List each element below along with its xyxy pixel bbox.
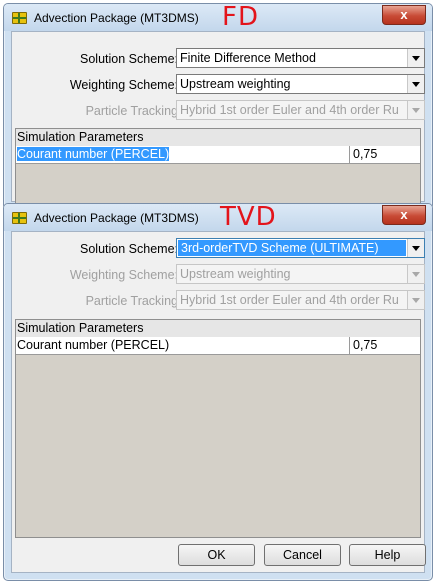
fd-params-header: Simulation Parameters — [16, 129, 420, 147]
fd-solution-scheme-row: Solution Scheme: Finite Difference Metho… — [12, 48, 425, 70]
chevron-down-icon[interactable] — [407, 49, 424, 67]
fd-weighting-scheme-row: Weighting Scheme: Upstream weighting — [12, 74, 425, 96]
tvd-particle-tracking-select: Hybrid 1st order Euler and 4th order Ru — [176, 290, 425, 310]
fd-weighting-scheme-select[interactable]: Upstream weighting — [176, 74, 425, 94]
fd-overlay-tag: FD — [222, 3, 259, 32]
fd-solution-scheme-value: Finite Difference Method — [180, 51, 316, 65]
tvd-title-bar[interactable]: Advection Package (MT3DMS) TVD x — [4, 203, 432, 232]
tvd-particle-tracking-value: Hybrid 1st order Euler and 4th order Ru — [180, 293, 399, 307]
table-row[interactable]: Courant number (PERCEL) 0,75 — [16, 337, 420, 355]
fd-client-area: Solution Scheme: Finite Difference Metho… — [11, 31, 425, 206]
chevron-down-icon[interactable] — [407, 239, 424, 257]
tvd-particle-tracking-label: Particle Tracking — [85, 294, 178, 308]
fd-param-name-text: Courant number (PERCEL) — [17, 147, 170, 161]
fd-particle-tracking-row: Particle Tracking Hybrid 1st order Euler… — [12, 100, 425, 122]
tvd-weighting-scheme-select: Upstream weighting — [176, 264, 425, 284]
tvd-solution-scheme-value: 3rd-orderTVD Scheme (ULTIMATE) — [178, 240, 406, 256]
fd-simulation-parameters-grid: Simulation Parameters Courant number (PE… — [15, 128, 421, 206]
fd-solution-scheme-label: Solution Scheme: — [80, 52, 178, 66]
fd-particle-tracking-select: Hybrid 1st order Euler and 4th order Ru — [176, 100, 425, 120]
tvd-weighting-scheme-value: Upstream weighting — [180, 267, 291, 281]
tvd-client-area: Solution Scheme: 3rd-orderTVD Scheme (UL… — [11, 231, 426, 573]
fd-title-bar[interactable]: Advection Package (MT3DMS) FD x — [4, 3, 432, 32]
fd-close-button[interactable]: x — [382, 5, 426, 25]
fd-param-name[interactable]: Courant number (PERCEL) — [16, 146, 350, 163]
fd-weighting-scheme-value: Upstream weighting — [180, 77, 291, 91]
chevron-down-icon — [407, 101, 424, 119]
fd-advection-dialog: Advection Package (MT3DMS) FD x Solution… — [3, 3, 433, 210]
app-icon — [12, 12, 27, 24]
tvd-close-button[interactable]: x — [382, 205, 426, 225]
tvd-particle-tracking-row: Particle Tracking Hybrid 1st order Euler… — [12, 290, 425, 312]
tvd-solution-scheme-select[interactable]: 3rd-orderTVD Scheme (ULTIMATE) — [176, 238, 425, 258]
fd-weighting-scheme-label: Weighting Scheme: — [69, 78, 178, 92]
tvd-weighting-scheme-label: Weighting Scheme: — [69, 268, 178, 282]
tvd-overlay-tag: TVD — [220, 203, 277, 232]
tvd-advection-dialog: Advection Package (MT3DMS) TVD x Solutio… — [3, 203, 433, 581]
tvd-solution-scheme-label: Solution Scheme: — [80, 242, 178, 256]
fd-particle-tracking-label: Particle Tracking — [85, 104, 178, 118]
tvd-solution-scheme-row: Solution Scheme: 3rd-orderTVD Scheme (UL… — [12, 238, 425, 260]
tvd-window-title: Advection Package (MT3DMS) — [34, 211, 199, 225]
tvd-weighting-scheme-row: Weighting Scheme: Upstream weighting — [12, 264, 425, 286]
tvd-params-header: Simulation Parameters — [16, 320, 420, 338]
tvd-simulation-parameters-grid: Simulation Parameters Courant number (PE… — [15, 319, 421, 538]
tvd-param-value[interactable]: 0,75 — [350, 337, 420, 354]
tvd-param-name[interactable]: Courant number (PERCEL) — [16, 337, 350, 354]
fd-window-title: Advection Package (MT3DMS) — [34, 11, 199, 25]
fd-param-value[interactable]: 0,75 — [350, 146, 420, 163]
chevron-down-icon — [407, 265, 424, 283]
fd-particle-tracking-value: Hybrid 1st order Euler and 4th order Ru — [180, 103, 399, 117]
chevron-down-icon[interactable] — [407, 75, 424, 93]
cancel-button[interactable]: Cancel — [264, 544, 341, 566]
ok-button[interactable]: OK — [178, 544, 255, 566]
app-icon — [12, 212, 27, 224]
tvd-param-name-text: Courant number (PERCEL) — [17, 338, 170, 352]
chevron-down-icon — [407, 291, 424, 309]
table-row[interactable]: Courant number (PERCEL) 0,75 — [16, 146, 420, 164]
help-button[interactable]: Help — [349, 544, 426, 566]
dialog-button-bar: OK Cancel Help — [12, 541, 426, 572]
fd-solution-scheme-select[interactable]: Finite Difference Method — [176, 48, 425, 68]
